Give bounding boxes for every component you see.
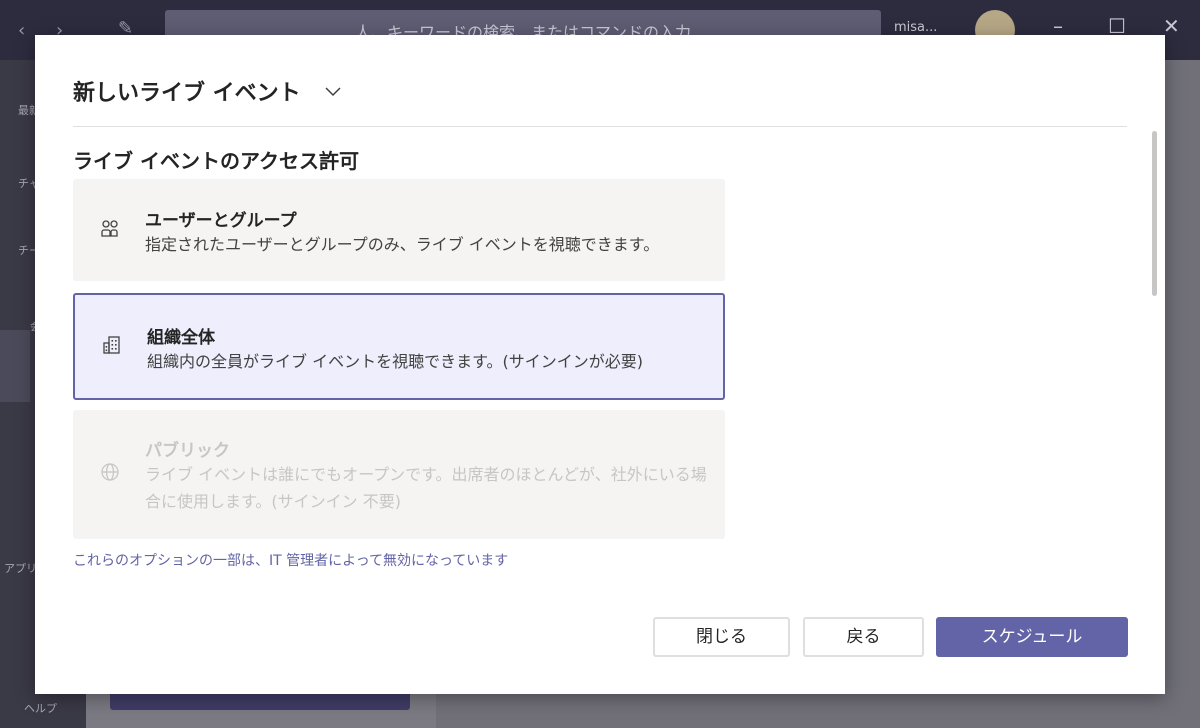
- account-name[interactable]: misa...: [894, 20, 937, 35]
- option-description: 指定されたユーザーとグループのみ、ライブ イベントを視聴できます。: [145, 235, 660, 254]
- title-divider: [73, 126, 1127, 127]
- scrollbar-thumb[interactable]: [1152, 131, 1157, 296]
- option-description: ライブ イベントは誰にでもオープンです。出席者のほとんどが、社外にいる場合に使用…: [145, 465, 707, 511]
- admin-disabled-note: これらのオプションの一部は、IT 管理者によって無効になっています: [73, 553, 509, 569]
- option-title: ユーザーとグループ: [145, 211, 297, 231]
- option-title: パブリック: [145, 441, 230, 461]
- close-button[interactable]: 閉じる: [653, 617, 790, 657]
- chevron-down-icon[interactable]: [323, 81, 343, 101]
- back-button[interactable]: 戻る: [803, 617, 924, 657]
- rail-active-indicator: [0, 330, 30, 402]
- building-icon: [103, 336, 120, 354]
- schedule-button[interactable]: スケジュール: [936, 617, 1128, 657]
- section-title: ライブ イベントのアクセス許可: [73, 149, 359, 173]
- option-entire-organization[interactable]: 組織全体 組織内の全員がライブ イベントを視聴できます。(サインインが必要): [73, 293, 725, 400]
- back-arrow-icon[interactable]: ‹: [18, 20, 25, 41]
- option-title: 組織全体: [147, 328, 215, 348]
- close-window-icon[interactable]: ✕: [1163, 14, 1180, 38]
- option-description: 組織内の全員がライブ イベントを視聴できます。(サインインが必要): [147, 352, 643, 371]
- option-users-and-groups[interactable]: ユーザーとグループ 指定されたユーザーとグループのみ、ライブ イベントを視聴でき…: [73, 179, 725, 281]
- people-icon: [101, 220, 118, 237]
- dialog-title: 新しいライブ イベント: [73, 81, 301, 106]
- new-live-event-dialog: 新しいライブ イベント ライブ イベントのアクセス許可 ユーザーとグループ 指定…: [35, 35, 1165, 694]
- globe-icon: [101, 463, 119, 481]
- option-public: パブリック ライブ イベントは誰にでもオープンです。出席者のほとんどが、社外にい…: [73, 410, 725, 539]
